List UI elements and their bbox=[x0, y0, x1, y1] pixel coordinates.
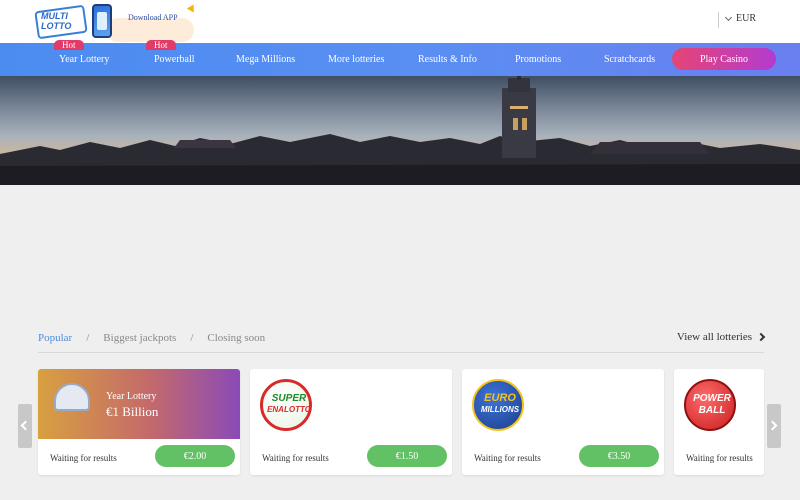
powerball-logo: POWER BALL bbox=[684, 379, 736, 431]
year-lottery-badge-icon bbox=[54, 383, 90, 411]
tab-popular[interactable]: Popular bbox=[38, 332, 72, 344]
card-status: Waiting for results bbox=[262, 453, 329, 463]
download-app-banner[interactable]: Download APP bbox=[86, 4, 194, 42]
carousel-right-icon bbox=[767, 420, 778, 431]
tab-closing-soon[interactable]: Closing soon bbox=[207, 332, 265, 344]
chevron-right-icon bbox=[756, 332, 766, 342]
logo-text-line1: SUPER bbox=[271, 393, 307, 404]
top-header: MULTI LOTTO Download APP EUR bbox=[0, 0, 800, 43]
multilotto-logo[interactable]: MULTI LOTTO bbox=[34, 4, 88, 40]
nav-item-powerball[interactable]: Powerball bbox=[154, 54, 195, 65]
currency-selector[interactable]: EUR bbox=[724, 13, 756, 24]
section-divider bbox=[38, 352, 764, 353]
price-button[interactable]: €1.50 bbox=[367, 445, 447, 467]
logo-text-line2: BALL bbox=[698, 405, 726, 416]
logo-text-line2: LOTTO bbox=[41, 21, 72, 31]
currency-label: EUR bbox=[736, 13, 756, 24]
tab-separator: / bbox=[190, 332, 194, 344]
lottery-card-year-lottery[interactable]: Year Lottery €1 Billion Waiting for resu… bbox=[38, 369, 240, 475]
card-status: Waiting for results bbox=[474, 453, 541, 463]
logo-text-line2: ENALOTTO bbox=[267, 405, 311, 414]
chevron-down-icon bbox=[724, 13, 733, 21]
lottery-card-powerball[interactable]: POWER BALL Waiting for results bbox=[674, 369, 764, 475]
view-all-label: View all lotteries bbox=[676, 331, 752, 343]
card-status: Waiting for results bbox=[50, 453, 117, 463]
header-divider bbox=[718, 12, 719, 28]
euromillions-logo: EURO MILLIONS bbox=[472, 379, 524, 431]
logo-text-line1: POWER bbox=[693, 393, 731, 404]
card-lottery-name: Year Lottery bbox=[106, 391, 157, 402]
lottery-card-superenalotto[interactable]: SUPER ENALOTTO Waiting for results €1.50 bbox=[250, 369, 452, 475]
logo-text-line2: MILLIONS bbox=[480, 405, 520, 414]
nav-item-results-info[interactable]: Results & Info bbox=[418, 54, 477, 65]
phone-icon bbox=[92, 4, 112, 38]
carousel-prev-button[interactable] bbox=[18, 404, 32, 448]
city-skyline-illustration bbox=[0, 76, 800, 185]
price-button[interactable]: €3.50 bbox=[579, 445, 659, 467]
download-app-label: Download APP bbox=[128, 13, 178, 22]
logo-text-line1: EURO bbox=[484, 392, 516, 404]
play-casino-button[interactable]: Play Casino bbox=[672, 48, 776, 70]
tab-separator: / bbox=[86, 332, 90, 344]
lottery-filter-tabs: Popular / Biggest jackpots / Closing soo… bbox=[38, 332, 265, 344]
carousel-left-icon bbox=[20, 420, 31, 431]
view-all-lotteries-link[interactable]: View all lotteries bbox=[676, 331, 766, 343]
card-status: Waiting for results bbox=[686, 453, 753, 463]
hot-badge-powerball: Hot bbox=[146, 40, 176, 50]
nav-item-mega-millions[interactable]: Mega Millions bbox=[236, 54, 295, 65]
card-jackpot: €1 Billion bbox=[106, 404, 159, 419]
nav-item-year-lottery[interactable]: Year Lottery bbox=[59, 54, 109, 65]
superenalotto-logo: SUPER ENALOTTO bbox=[260, 379, 312, 431]
nav-item-more-lotteries[interactable]: More lotteries bbox=[328, 54, 384, 65]
logo-text-line1: MULTI bbox=[41, 11, 68, 21]
main-nav: Hot Hot Year Lottery Powerball Mega Mill… bbox=[0, 40, 800, 76]
tab-biggest-jackpots[interactable]: Biggest jackpots bbox=[103, 332, 176, 344]
carousel-next-button[interactable] bbox=[767, 404, 781, 448]
hot-badge-year-lottery: Hot bbox=[54, 40, 84, 50]
nav-item-scratchcards[interactable]: Scratchcards bbox=[604, 54, 655, 65]
hero-banner bbox=[0, 76, 800, 185]
price-button[interactable]: €2.00 bbox=[155, 445, 235, 467]
nav-item-promotions[interactable]: Promotions bbox=[515, 54, 561, 65]
lottery-card-euromillions[interactable]: EURO MILLIONS Waiting for results €3.50 bbox=[462, 369, 664, 475]
